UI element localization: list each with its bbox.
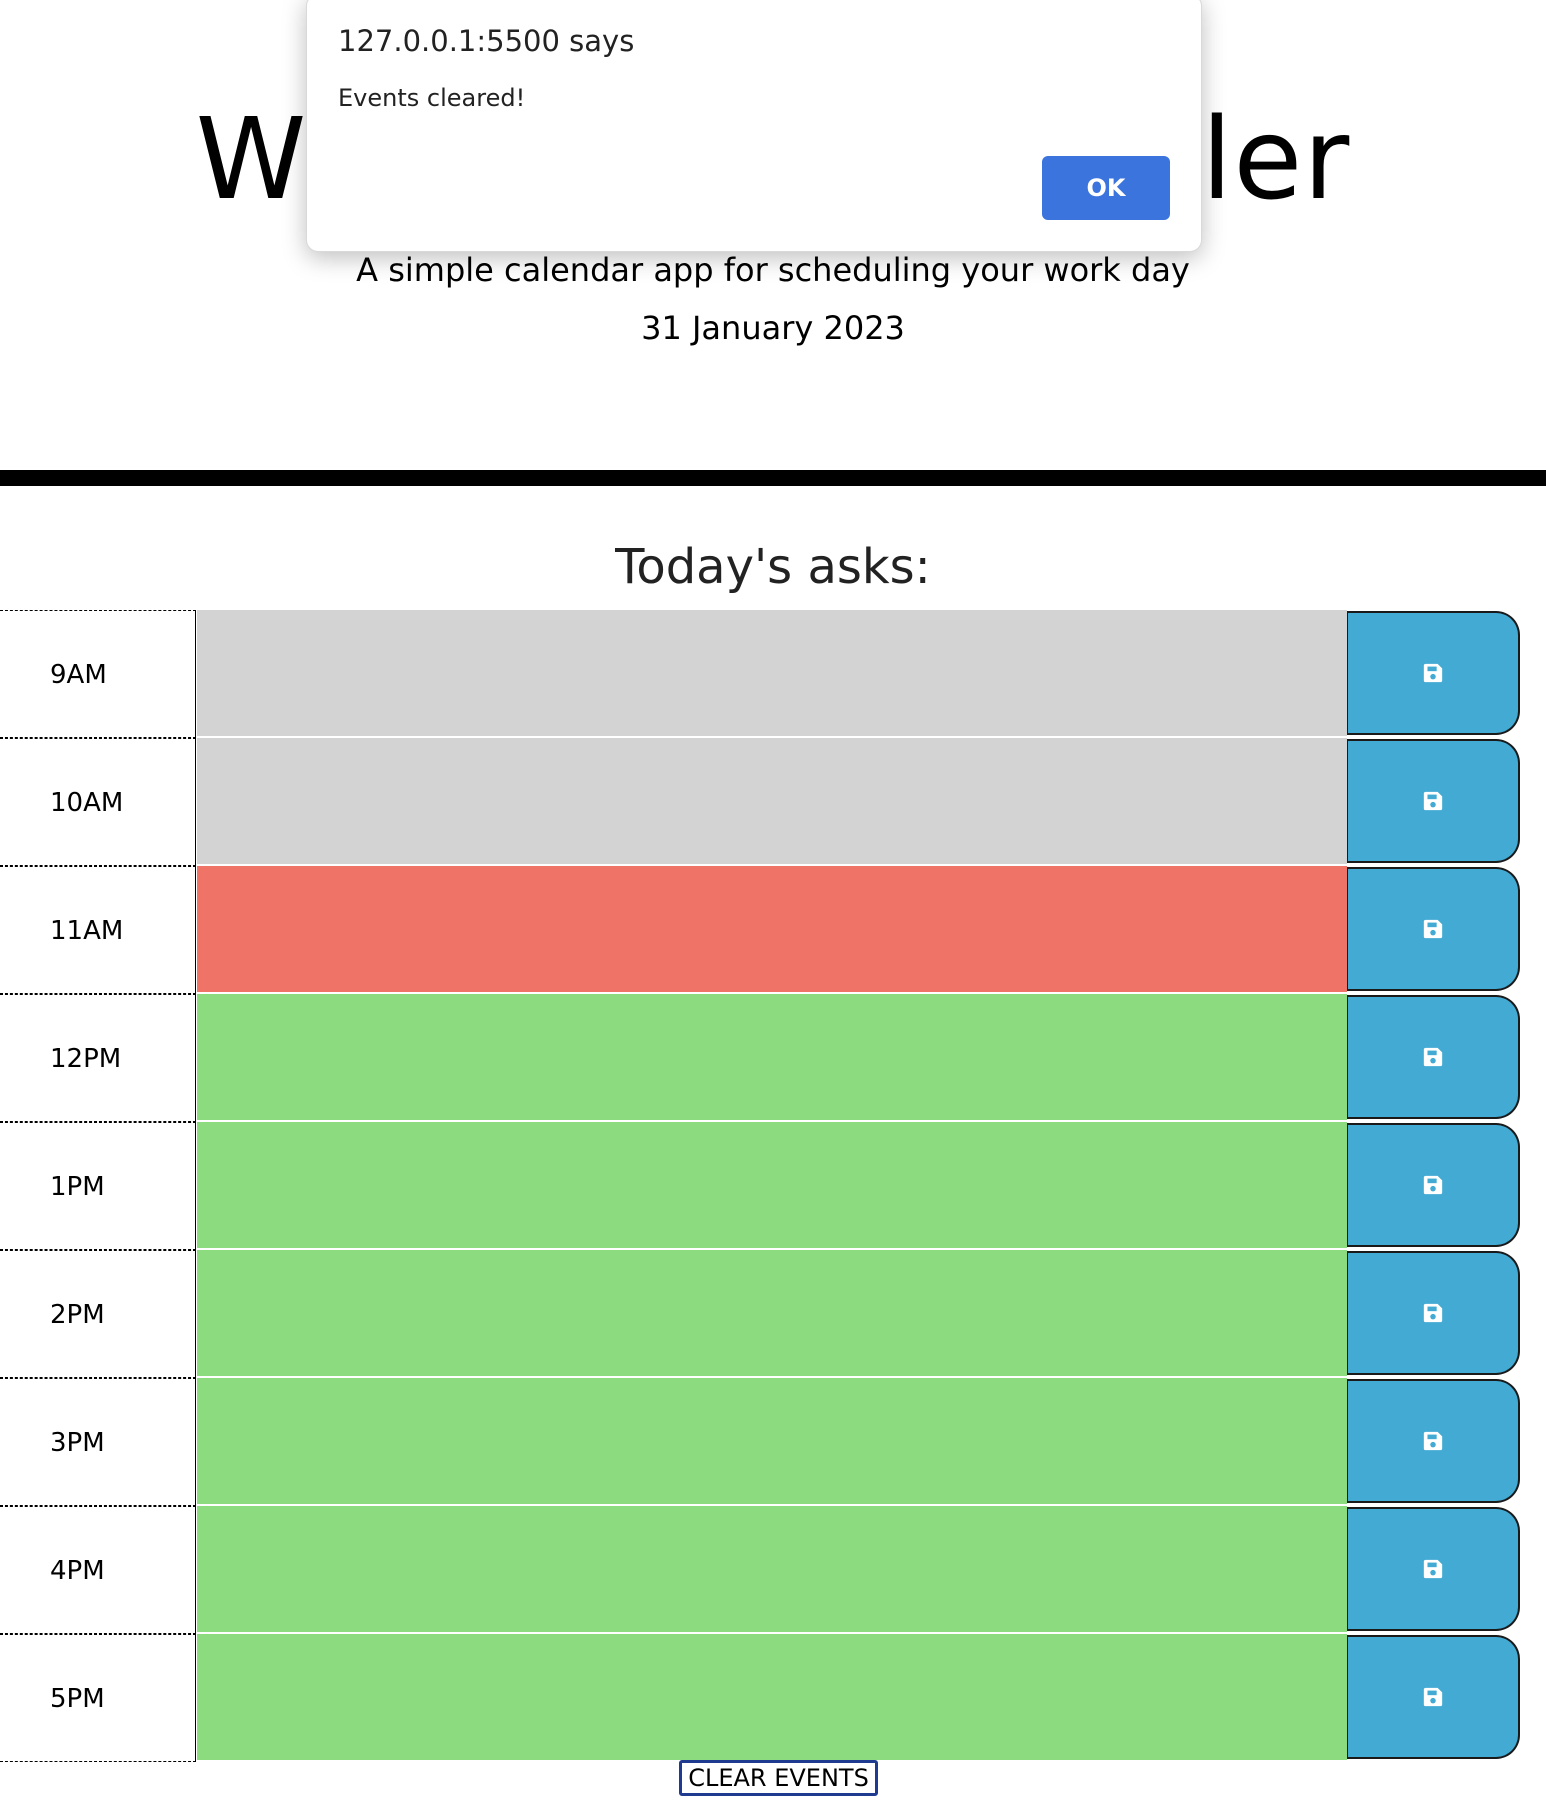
timeblock-list: 9AM 10AM 11AM 12PM 1PM 2PM 3PM 4PM 5PM	[0, 610, 1546, 1762]
current-date: 31 January 2023	[641, 309, 905, 347]
hour-label: 12PM	[0, 994, 196, 1122]
save-button[interactable]	[1347, 1251, 1520, 1375]
time-block: 3PM	[0, 1378, 1546, 1506]
event-description-input[interactable]	[197, 1634, 1347, 1761]
alert-dialog: 127.0.0.1:5500 says Events cleared! OK	[306, 0, 1202, 252]
floppy-disk-icon	[1422, 662, 1444, 684]
tasks-heading: Today's asks:	[615, 539, 931, 595]
floppy-disk-icon	[1422, 1686, 1444, 1708]
save-button[interactable]	[1347, 995, 1520, 1119]
save-button[interactable]	[1347, 611, 1520, 735]
time-block: 4PM	[0, 1506, 1546, 1634]
hour-label: 2PM	[0, 1250, 196, 1378]
event-description-input[interactable]	[197, 866, 1347, 993]
event-description-input[interactable]	[197, 1122, 1347, 1249]
save-button[interactable]	[1347, 1507, 1520, 1631]
event-description-input[interactable]	[197, 1378, 1347, 1505]
alert-message: Events cleared!	[338, 84, 526, 112]
time-block: 1PM	[0, 1122, 1546, 1250]
floppy-disk-icon	[1422, 1430, 1444, 1452]
header-divider	[0, 470, 1546, 486]
floppy-disk-icon	[1422, 1174, 1444, 1196]
scheduler-page: Work Day Scheduler A simple calendar app…	[0, 0, 1546, 1804]
event-description-input[interactable]	[197, 1506, 1347, 1633]
save-button[interactable]	[1347, 739, 1520, 863]
hour-label: 5PM	[0, 1634, 196, 1762]
save-button[interactable]	[1347, 867, 1520, 991]
time-block: 9AM	[0, 610, 1546, 738]
time-block: 5PM	[0, 1634, 1546, 1762]
save-button[interactable]	[1347, 1635, 1520, 1759]
time-block: 11AM	[0, 866, 1546, 994]
floppy-disk-icon	[1422, 918, 1444, 940]
hour-label: 11AM	[0, 866, 196, 994]
hour-label: 10AM	[0, 738, 196, 866]
clear-events-button[interactable]: CLEAR EVENTS	[679, 1760, 878, 1796]
floppy-disk-icon	[1422, 790, 1444, 812]
save-button[interactable]	[1347, 1379, 1520, 1503]
alert-ok-button[interactable]: OK	[1042, 156, 1170, 220]
page-subtitle: A simple calendar app for scheduling you…	[356, 251, 1190, 289]
floppy-disk-icon	[1422, 1302, 1444, 1324]
hour-label: 4PM	[0, 1506, 196, 1634]
save-button[interactable]	[1347, 1123, 1520, 1247]
alert-origin: 127.0.0.1:5500 says	[338, 24, 635, 58]
hour-label: 1PM	[0, 1122, 196, 1250]
hour-label: 3PM	[0, 1378, 196, 1506]
event-description-input[interactable]	[197, 994, 1347, 1121]
floppy-disk-icon	[1422, 1046, 1444, 1068]
time-block: 2PM	[0, 1250, 1546, 1378]
event-description-input[interactable]	[197, 1250, 1347, 1377]
event-description-input[interactable]	[197, 738, 1347, 865]
hour-label: 9AM	[0, 610, 196, 738]
event-description-input[interactable]	[197, 610, 1347, 737]
time-block: 10AM	[0, 738, 1546, 866]
time-block: 12PM	[0, 994, 1546, 1122]
floppy-disk-icon	[1422, 1558, 1444, 1580]
